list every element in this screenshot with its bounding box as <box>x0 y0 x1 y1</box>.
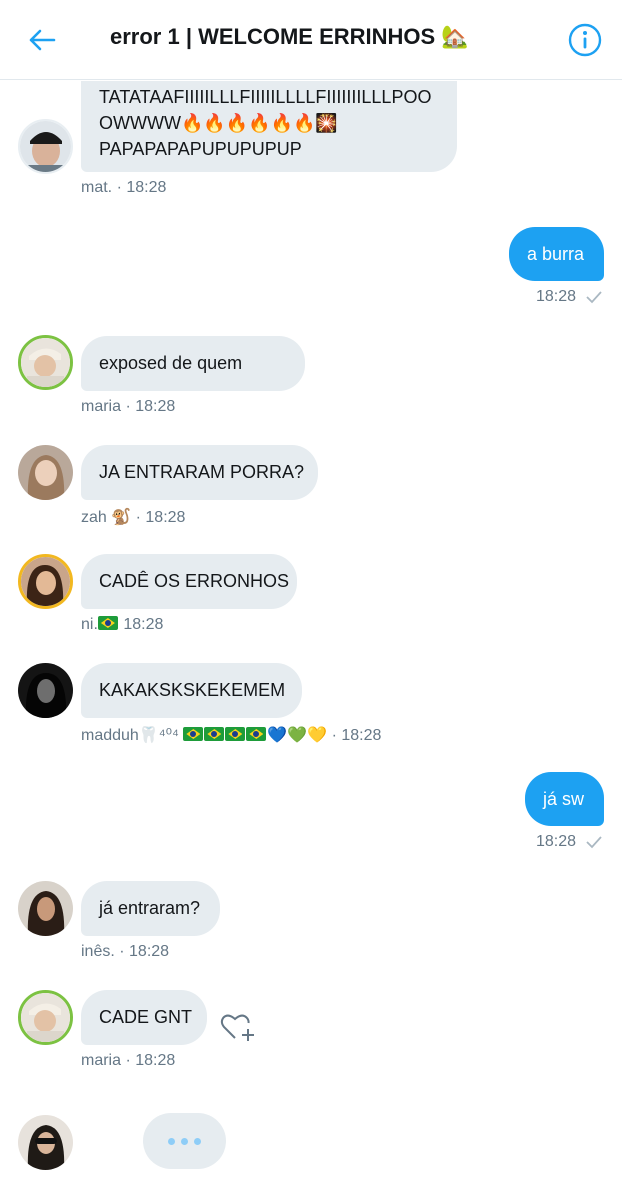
message-bubble[interactable]: KAKAKSKSKEKEMEM <box>81 663 302 718</box>
message-text: OWWWW🔥🔥🔥🔥🔥🔥🎇 <box>99 113 338 133</box>
message-meta: madduh🦷⁴⁰⁴ 💙💚💛 · 18:28 <box>81 725 381 745</box>
message-bubble[interactable]: CADE GNT <box>81 990 207 1045</box>
outgoing-message-bubble[interactable]: a burra <box>509 227 604 281</box>
avatar-madduh[interactable] <box>18 663 73 718</box>
message-time: 18:28 <box>535 288 576 305</box>
back-button[interactable] <box>22 22 62 58</box>
typing-dot <box>194 1137 201 1145</box>
brazil-flag-icon <box>246 727 267 741</box>
message-time: 18:28 <box>535 833 576 850</box>
conversation-header: error 1 | WELCOME ERRINHOS 🏡 <box>0 0 622 80</box>
message-meta: maria · 18:28 <box>81 1052 176 1069</box>
avatar-maria[interactable] <box>18 335 73 390</box>
brazil-flag-icon <box>225 727 246 741</box>
message-bubble[interactable]: TATATAAFIIIIILLLFIIIIILLLLFIIIIIIILLLPOO… <box>81 81 457 172</box>
message-text: CADÊ OS ERRONHOS <box>99 571 290 591</box>
message-text: CADE GNT <box>99 1007 193 1027</box>
back-arrow-icon <box>29 29 56 51</box>
avatar-ni[interactable] <box>18 554 73 609</box>
sender-name: zah 🐒 <box>81 509 132 526</box>
outgoing-message-bubble[interactable]: já sw <box>525 772 604 826</box>
message-text: já entraram? <box>99 898 201 918</box>
brazil-flag-icon <box>97 616 118 630</box>
message-time: 18:28 <box>123 616 164 633</box>
hearts-emoji: 💙💚💛 <box>267 727 328 744</box>
message-bubble[interactable]: CADÊ OS ERRONHOS <box>81 554 297 609</box>
message-meta: zah 🐒 · 18:28 <box>81 507 185 527</box>
message-text: TATATAAFIIIIILLLFIIIIILLLLFIIIIIIILLLPOO <box>99 87 432 107</box>
message-meta: inês. · 18:28 <box>81 943 170 960</box>
message-text: JA ENTRARAM PORRA? <box>99 462 305 482</box>
sent-check-icon <box>586 836 602 849</box>
message-bubble[interactable]: já entraram? <box>81 881 220 936</box>
avatar-mat[interactable] <box>18 119 73 174</box>
message-text: PAPAPAPAPUPUPUPUP <box>99 139 302 159</box>
avatar-typing-user[interactable] <box>18 1115 73 1170</box>
message-text: a burra <box>527 244 585 264</box>
message-list[interactable]: TATATAAFIIIIILLLFIIIIILLLLFIIIIIIILLLPOO… <box>0 81 622 1200</box>
info-icon[interactable] <box>568 23 602 57</box>
outgoing-meta: 18:28 <box>536 833 602 851</box>
message-text: exposed de quem <box>99 353 243 373</box>
message-bubble[interactable]: exposed de quem <box>81 336 305 391</box>
avatar-zah[interactable] <box>18 445 73 500</box>
message-text: KAKAKSKSKEKEMEM <box>99 680 286 700</box>
message-meta: mat. · 18:28 <box>81 179 167 196</box>
conversation-title[interactable]: error 1 | WELCOME ERRINHOS 🏡 <box>110 24 469 50</box>
brazil-flag-icon <box>183 727 204 741</box>
typing-indicator <box>143 1113 226 1169</box>
outgoing-meta: 18:28 <box>536 288 602 306</box>
avatar-maria[interactable] <box>18 990 73 1045</box>
message-time: · 18:28 <box>135 509 186 526</box>
avatar-ines[interactable] <box>18 881 73 936</box>
sender-name: ni. <box>81 616 98 633</box>
typing-dot <box>181 1137 188 1145</box>
typing-dot <box>168 1137 175 1145</box>
sent-check-icon <box>586 291 602 304</box>
message-meta: ni. 18:28 <box>81 616 163 634</box>
brazil-flag-icon <box>204 727 225 741</box>
message-meta: maria · 18:28 <box>81 398 176 415</box>
message-time: · 18:28 <box>331 727 382 744</box>
sender-name: madduh🦷⁴⁰⁴ <box>81 727 179 744</box>
like-heart-add-icon[interactable] <box>220 1011 256 1043</box>
message-text: já sw <box>543 789 585 809</box>
message-bubble[interactable]: JA ENTRARAM PORRA? <box>81 445 318 500</box>
